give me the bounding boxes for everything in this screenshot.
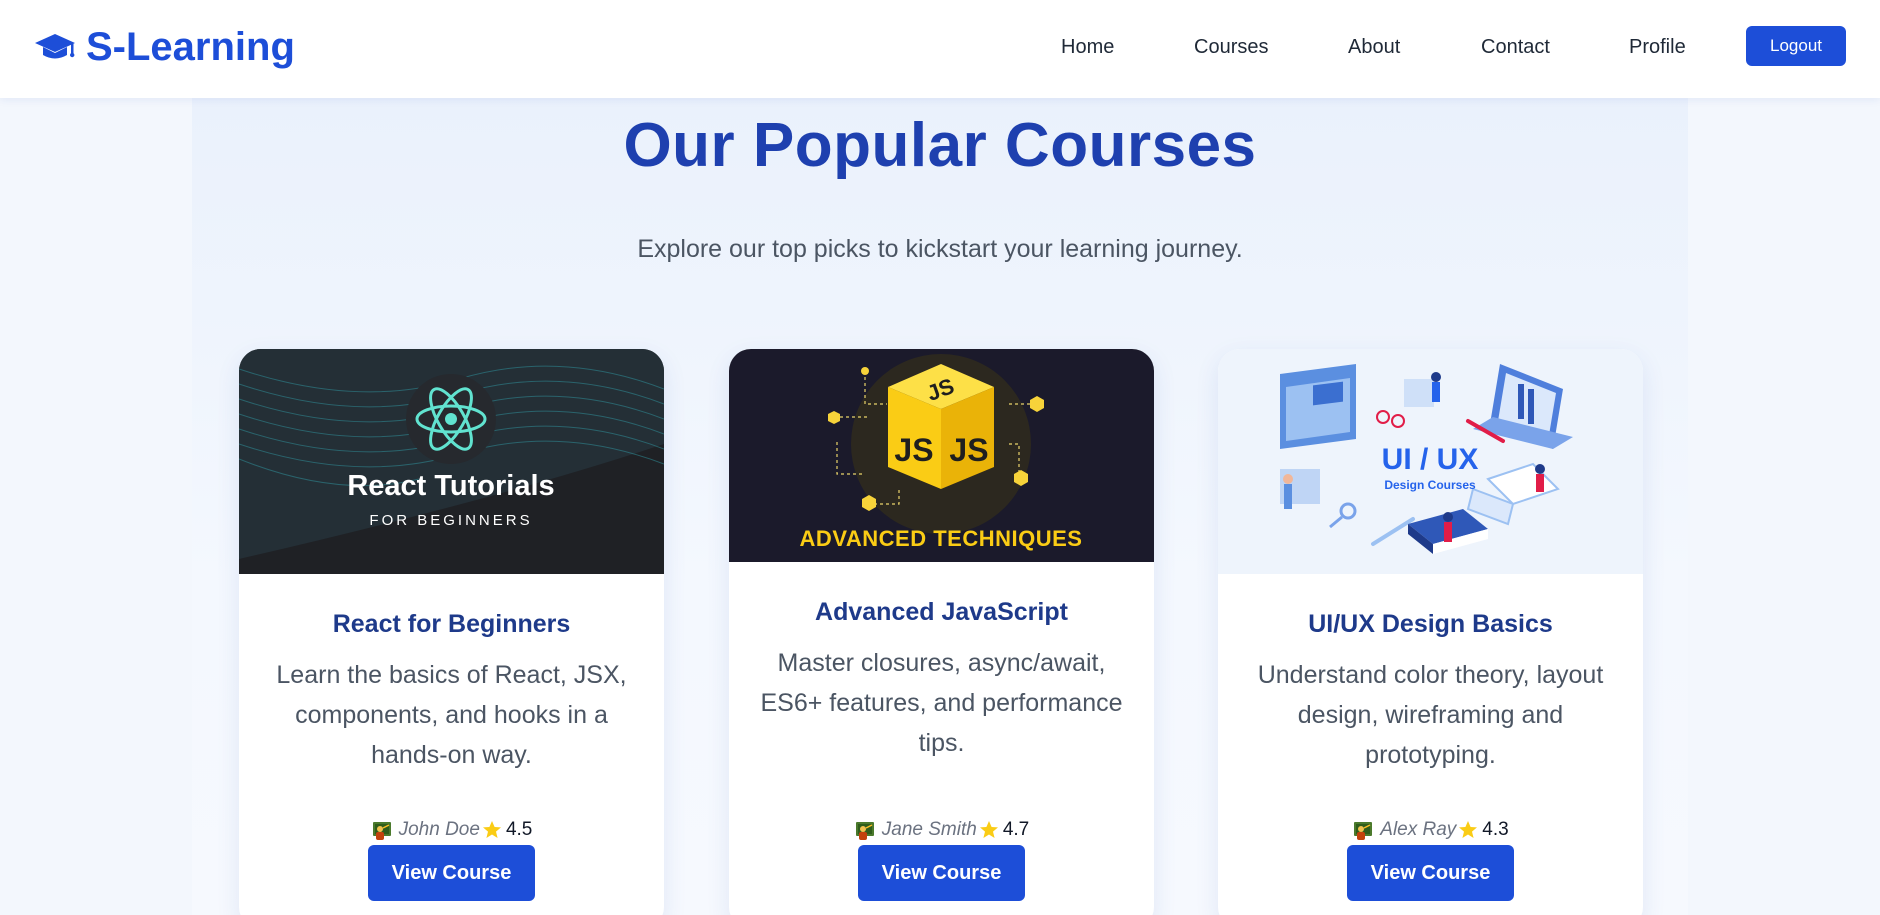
course-title: UI/UX Design Basics bbox=[1308, 610, 1553, 638]
course-image-javascript[interactable]: JS JS JS ADVANCED TECHNIQUES bbox=[729, 349, 1154, 562]
course-meta: Alex Ray 4.3 bbox=[1218, 817, 1643, 843]
view-course-button[interactable]: View Course bbox=[858, 845, 1025, 901]
rating-value: 4.5 bbox=[505, 819, 533, 840]
course-card-javascript: JS JS JS ADVANCED TECHNIQUES Advanced Ja… bbox=[729, 349, 1154, 915]
rating-value: 4.3 bbox=[1482, 819, 1509, 840]
star-icon bbox=[1459, 821, 1478, 838]
teacher-icon bbox=[855, 822, 874, 840]
page-title: Our Popular Courses bbox=[623, 111, 1257, 180]
course-title: React for Beginners bbox=[332, 610, 571, 638]
instructor-name: Alex Ray bbox=[1380, 819, 1457, 840]
course-card-uiux: UI / UX Design Courses UI/UX Design Basi… bbox=[1218, 349, 1643, 915]
course-title: Advanced JavaScript bbox=[815, 598, 1068, 626]
nav-link-home[interactable]: Home bbox=[1061, 32, 1114, 62]
nav-link-about[interactable]: About bbox=[1348, 32, 1400, 62]
navbar: S-Learning Home Courses About Contact Pr… bbox=[0, 0, 1880, 98]
course-image-react[interactable]: React Tutorials FOR BEGINNERS bbox=[239, 349, 664, 574]
uiux-image-heading: UI / UX bbox=[1382, 443, 1479, 476]
react-image-heading: React Tutorials bbox=[347, 470, 554, 502]
instructor-name: Jane Smith bbox=[881, 819, 977, 840]
nav-link-courses[interactable]: Courses bbox=[1194, 32, 1268, 62]
course-description: Learn the basics of React, JSX, componen… bbox=[276, 661, 627, 769]
rating-value: 4.7 bbox=[1002, 819, 1030, 840]
browser-window-icon bbox=[1280, 364, 1356, 449]
course-description: Understand color theory, layout design, … bbox=[1257, 661, 1604, 769]
view-course-button[interactable]: View Course bbox=[1347, 845, 1514, 901]
course-meta: John Doe 4.5 bbox=[239, 817, 664, 843]
svg-text:JS: JS bbox=[949, 432, 988, 468]
view-course-button[interactable]: View Course bbox=[368, 845, 535, 901]
react-image-subheading: FOR BEGINNERS bbox=[369, 512, 532, 529]
star-icon bbox=[482, 821, 501, 838]
course-meta: Jane Smith 4.7 bbox=[729, 817, 1154, 843]
instructor-name: John Doe bbox=[398, 819, 480, 840]
course-image-uiux[interactable]: UI / UX Design Courses bbox=[1218, 349, 1643, 574]
uiux-image-subheading: Design Courses bbox=[1384, 478, 1476, 492]
page-subtitle: Explore our top picks to kickstart your … bbox=[637, 235, 1243, 263]
nav-link-contact[interactable]: Contact bbox=[1481, 32, 1550, 62]
nav-links: Home Courses About Contact Profile bbox=[0, 32, 1880, 62]
svg-text:JS: JS bbox=[894, 432, 933, 468]
star-icon bbox=[979, 821, 998, 838]
nav-link-profile[interactable]: Profile bbox=[1629, 32, 1686, 62]
teacher-icon bbox=[372, 822, 391, 840]
js-cube-icon: JS JS JS bbox=[888, 364, 994, 489]
logout-button[interactable]: Logout bbox=[1746, 26, 1846, 66]
course-card-react: React Tutorials FOR BEGINNERS React for … bbox=[239, 349, 664, 915]
course-description: Master closures, async/await, ES6+ featu… bbox=[760, 649, 1123, 757]
teacher-icon bbox=[1354, 822, 1373, 840]
js-image-heading: ADVANCED TECHNIQUES bbox=[800, 526, 1083, 551]
